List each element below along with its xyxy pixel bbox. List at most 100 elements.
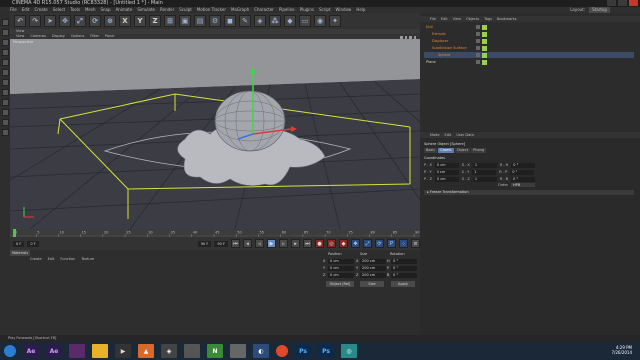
system-clock[interactable]: 4:29 PM 7/26/2014 xyxy=(611,345,632,355)
preview-end-field[interactable]: 90 F xyxy=(197,240,212,247)
tab-coord[interactable]: Coord. xyxy=(438,148,454,153)
attr-field[interactable]: 1 xyxy=(472,170,497,175)
object-menu-item[interactable]: File xyxy=(430,16,436,22)
rotation-p-field[interactable]: 0 ° xyxy=(391,266,417,271)
unity-icon[interactable]: ◈ xyxy=(161,344,177,358)
after-effects-icon[interactable]: Ae xyxy=(23,344,39,358)
check-tag-icon[interactable] xyxy=(482,45,487,51)
size-mode-dropdown[interactable]: Size xyxy=(360,281,384,287)
freeze-transformation-section[interactable]: ▸ Freeze Transformation xyxy=(424,190,634,195)
record-icon[interactable]: ● xyxy=(315,239,324,248)
photoshop-icon[interactable]: Ps xyxy=(318,344,334,358)
chrome-icon[interactable] xyxy=(276,345,288,357)
size-z-field[interactable]: 200 cm xyxy=(360,273,386,278)
keyframe-selection-icon[interactable]: ◆ xyxy=(339,239,348,248)
photoshop-icon[interactable]: Ps xyxy=(295,344,311,358)
material-menu-item[interactable]: Create xyxy=(30,257,42,261)
attribute-menu-item[interactable]: User Data xyxy=(456,132,473,138)
apply-button[interactable]: Apply xyxy=(391,281,415,287)
object-name[interactable]: Plane xyxy=(424,59,470,65)
render-settings-icon[interactable]: ⚙ xyxy=(209,15,221,27)
snap-icon[interactable] xyxy=(1,99,9,106)
visibility-icon[interactable] xyxy=(476,46,480,50)
object-name[interactable]: Sphere xyxy=(424,52,470,58)
object-name[interactable]: Displacer xyxy=(424,38,470,44)
tab-basic[interactable]: Basic xyxy=(424,148,438,153)
attribute-menu-item[interactable]: Mode xyxy=(430,132,440,138)
move-icon[interactable]: ✥ xyxy=(59,15,71,27)
subdivision-surface-icon[interactable]: ◈ xyxy=(254,15,266,27)
autokey-icon[interactable]: ◎ xyxy=(327,239,336,248)
attr-field[interactable]: 1 xyxy=(472,177,497,182)
object-menu-item[interactable]: Objects xyxy=(466,16,479,22)
deformer-icon[interactable]: ◆ xyxy=(284,15,296,27)
select-arrow-icon[interactable]: ➤ xyxy=(44,15,56,27)
visibility-icon[interactable] xyxy=(476,60,480,64)
object-row[interactable]: Extrude xyxy=(424,31,634,37)
camera-icon[interactable]: ◉ xyxy=(314,15,326,27)
notepad-icon[interactable]: N xyxy=(207,344,223,358)
live-selection-icon[interactable]: ⊕ xyxy=(104,15,116,27)
object-menu-item[interactable]: Bookmarks xyxy=(497,16,517,22)
maximize-view-icon[interactable] xyxy=(413,36,416,39)
render-view-icon[interactable]: ▣ xyxy=(179,15,191,27)
size-y-field[interactable]: 200 cm xyxy=(360,266,386,271)
close-icon[interactable] xyxy=(629,0,638,6)
attribute-menu-item[interactable]: Edit xyxy=(445,132,452,138)
array-icon[interactable]: ⁂ xyxy=(269,15,281,27)
workplane-icon[interactable] xyxy=(1,109,9,116)
object-row[interactable]: Null xyxy=(424,24,634,30)
attr-field[interactable]: 0 cm xyxy=(434,163,459,168)
object-name[interactable]: Subdivision Surface xyxy=(424,45,470,51)
materials-tab[interactable]: Materials xyxy=(10,250,30,256)
position-z-field[interactable]: 0 cm xyxy=(328,273,354,278)
polygons-mode-icon[interactable] xyxy=(1,69,9,76)
go-to-end-icon[interactable]: ⏭ xyxy=(303,239,312,248)
attr-field[interactable]: 0 cm xyxy=(434,170,459,175)
undo-icon[interactable]: ↶ xyxy=(14,15,26,27)
rotate-icon[interactable]: ⟳ xyxy=(89,15,101,27)
app-icon[interactable] xyxy=(69,344,85,358)
rotation-key-icon[interactable]: ⟳ xyxy=(375,239,384,248)
start-frame-field[interactable]: 0 F xyxy=(13,240,25,247)
lock-workplane-icon[interactable] xyxy=(1,119,9,126)
prev-key-icon[interactable]: ◂ xyxy=(243,239,252,248)
check-tag-icon[interactable] xyxy=(482,24,487,30)
coordinate-system-icon[interactable]: ⊞ xyxy=(164,15,176,27)
check-tag-icon[interactable] xyxy=(482,38,487,44)
cinema4d-icon[interactable]: ◐ xyxy=(253,344,269,358)
timeline-ruler[interactable]: 0 5 10 15 20 25 30 35 40 45 50 55 60 65 70 75 80 85 90 xyxy=(10,229,420,237)
vlc-icon[interactable]: ▲ xyxy=(138,344,154,358)
visibility-icon[interactable] xyxy=(476,53,480,57)
order-dropdown[interactable]: HPB xyxy=(510,183,535,187)
texture-mode-icon[interactable] xyxy=(1,39,9,46)
media-player-icon[interactable]: ▶ xyxy=(115,344,131,358)
app-icon[interactable] xyxy=(230,344,246,358)
check-tag-icon[interactable] xyxy=(482,59,487,65)
attr-field[interactable]: 0 ° xyxy=(511,163,536,168)
tab-phong[interactable]: Phong xyxy=(471,148,487,153)
object-name[interactable]: Null xyxy=(424,24,470,30)
object-menu-item[interactable]: Edit xyxy=(441,16,448,22)
edges-mode-icon[interactable] xyxy=(1,59,9,66)
attr-field[interactable]: 1 xyxy=(472,163,497,168)
attr-field[interactable]: 0 cm xyxy=(434,177,459,182)
points-mode-icon[interactable] xyxy=(1,49,9,56)
object-row[interactable]: Plane xyxy=(424,59,634,65)
timeline-menu-icon[interactable]: ≡ xyxy=(411,239,420,248)
object-row-selected[interactable]: Sphere xyxy=(424,52,634,58)
object-row[interactable]: Subdivision Surface xyxy=(424,45,634,51)
app-icon[interactable] xyxy=(184,344,200,358)
tweak-mode-icon[interactable] xyxy=(1,89,9,96)
coordinate-mode-dropdown[interactable]: Object (Rel) xyxy=(326,281,354,287)
position-key-icon[interactable]: ✥ xyxy=(351,239,360,248)
check-tag-icon[interactable] xyxy=(482,31,487,37)
after-effects-icon[interactable]: Ae xyxy=(46,344,62,358)
start-button-icon[interactable] xyxy=(4,345,16,357)
object-menu-item[interactable]: View xyxy=(453,16,461,22)
pan-icon[interactable] xyxy=(400,36,403,39)
check-tag-icon[interactable] xyxy=(482,52,487,58)
go-to-start-icon[interactable]: ⏮ xyxy=(231,239,240,248)
visibility-icon[interactable] xyxy=(476,39,480,43)
viewport-nav-icons[interactable] xyxy=(400,36,416,40)
